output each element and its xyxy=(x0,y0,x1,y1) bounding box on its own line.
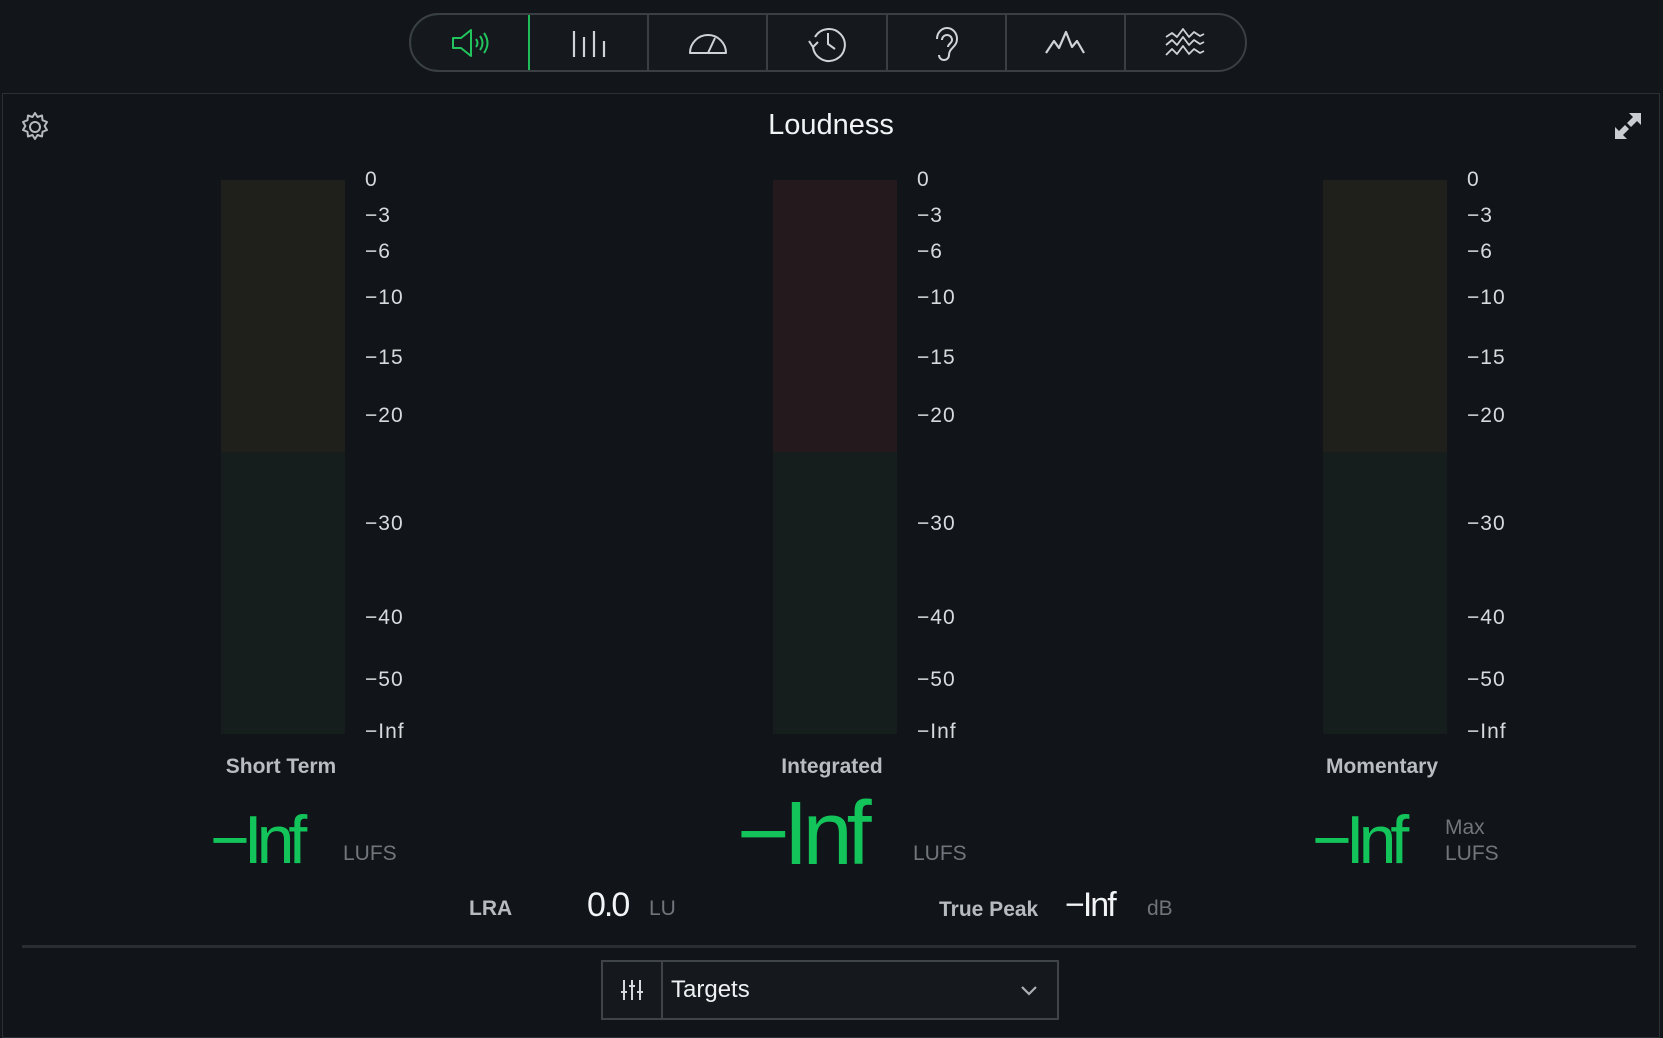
scale-tick: −20 xyxy=(365,404,404,427)
scale-tick: −10 xyxy=(917,286,956,309)
scale-tick: 0 xyxy=(917,168,930,191)
scale-tick: −Inf xyxy=(917,720,957,743)
sliders-icon[interactable] xyxy=(603,962,663,1018)
gauge-icon xyxy=(688,33,727,54)
scale-tick: −30 xyxy=(365,512,404,535)
panel-title: Loudness xyxy=(768,109,894,141)
short-term-value: −Inf xyxy=(210,802,307,878)
true-peak-unit: dB xyxy=(1147,897,1173,920)
tab-listen[interactable] xyxy=(888,15,1007,70)
meter-bar-lower xyxy=(1323,452,1447,734)
lra-unit: LU xyxy=(649,897,676,920)
bars-icon xyxy=(572,30,605,57)
tab-spectrogram[interactable] xyxy=(1126,15,1245,70)
scale-tick: −50 xyxy=(1467,668,1506,691)
integrated-label: Integrated xyxy=(781,755,883,778)
short-term-label: Short Term xyxy=(225,755,337,778)
scale-tick: 0 xyxy=(365,168,378,191)
tab-waveform[interactable] xyxy=(1007,15,1126,70)
lra-value: 0.0 xyxy=(587,886,630,924)
lra-label: LRA xyxy=(469,897,513,920)
scale-tick: −6 xyxy=(1467,240,1493,263)
scale-tick: −15 xyxy=(917,346,956,369)
scale-tick: −30 xyxy=(917,512,956,535)
tab-history[interactable] xyxy=(768,15,888,70)
ear-icon xyxy=(936,26,959,61)
integrated-unit: LUFS xyxy=(913,842,967,865)
scale-tick: −Inf xyxy=(1467,720,1507,743)
meter-bar-lower xyxy=(221,452,345,734)
meter-bar xyxy=(221,180,345,734)
scale-tick: −3 xyxy=(1467,204,1493,227)
scale-tick: −Inf xyxy=(365,720,405,743)
waveform-icon xyxy=(1045,30,1086,54)
scale-tick: −3 xyxy=(365,204,391,227)
meter-bar-upper xyxy=(773,180,897,452)
meter-bar xyxy=(1323,180,1447,734)
true-peak-label: True Peak xyxy=(939,898,1039,921)
meter-bar-upper xyxy=(221,180,345,452)
meter-bar xyxy=(773,180,897,734)
meter-bar-lower xyxy=(773,452,897,734)
view-tab-bar xyxy=(409,13,1247,72)
tab-gauge[interactable] xyxy=(649,15,769,70)
speaker-icon xyxy=(451,28,489,57)
scale-tick: −20 xyxy=(1467,404,1506,427)
meter-bar-upper xyxy=(1323,180,1447,452)
momentary-value: −Inf xyxy=(1312,802,1409,878)
loudness-panel: Loudness 0 −3 −6 −10 −15 −20 −30 −40 −50 −Inf 0 −3… xyxy=(2,93,1660,1038)
scale-tick: −10 xyxy=(1467,286,1506,309)
expand-icon[interactable] xyxy=(1613,111,1643,141)
scale-tick: −6 xyxy=(917,240,943,263)
short-term-unit: LUFS xyxy=(343,842,397,865)
true-peak-value: −Inf xyxy=(1065,886,1117,924)
scale-tick: −3 xyxy=(917,204,943,227)
meter-scale: 0 −3 −6 −10 −15 −20 −30 −40 −50 −Inf xyxy=(1467,168,1547,743)
momentary-unit-max: Max xyxy=(1445,816,1485,839)
scale-tick: −15 xyxy=(1467,346,1506,369)
targets-label: Targets xyxy=(671,976,750,1003)
meter-scale: 0 −3 −6 −10 −15 −20 −30 −40 −50 −Inf xyxy=(917,168,997,743)
momentary-label: Momentary xyxy=(1325,755,1439,778)
integrated-meter: 0 −3 −6 −10 −15 −20 −30 −40 −50 −Inf xyxy=(773,168,1113,743)
scale-tick: −10 xyxy=(365,286,404,309)
targets-dropdown[interactable]: Targets xyxy=(601,960,1059,1020)
meter-scale: 0 −3 −6 −10 −15 −20 −30 −40 −50 −Inf xyxy=(365,168,445,743)
spectrogram-icon xyxy=(1165,27,1205,56)
divider xyxy=(22,945,1636,948)
momentary-unit: LUFS xyxy=(1445,842,1499,865)
short-term-meter: 0 −3 −6 −10 −15 −20 −30 −40 −50 −Inf xyxy=(221,168,561,743)
scale-tick: −15 xyxy=(365,346,404,369)
tab-meters[interactable] xyxy=(530,15,650,70)
scale-tick: 0 xyxy=(1467,168,1480,191)
scale-tick: −40 xyxy=(917,606,956,629)
scale-tick: −20 xyxy=(917,404,956,427)
momentary-meter: 0 −3 −6 −10 −15 −20 −30 −40 −50 −Inf xyxy=(1323,168,1663,743)
scale-tick: −40 xyxy=(365,606,404,629)
history-icon xyxy=(808,27,846,62)
scale-tick: −50 xyxy=(365,668,404,691)
scale-tick: −30 xyxy=(1467,512,1506,535)
scale-tick: −6 xyxy=(365,240,391,263)
scale-tick: −50 xyxy=(917,668,956,691)
scale-tick: −40 xyxy=(1467,606,1506,629)
tab-loudness[interactable] xyxy=(411,15,531,70)
chevron-down-icon[interactable] xyxy=(1001,962,1057,1018)
integrated-value: −Inf xyxy=(737,784,872,884)
